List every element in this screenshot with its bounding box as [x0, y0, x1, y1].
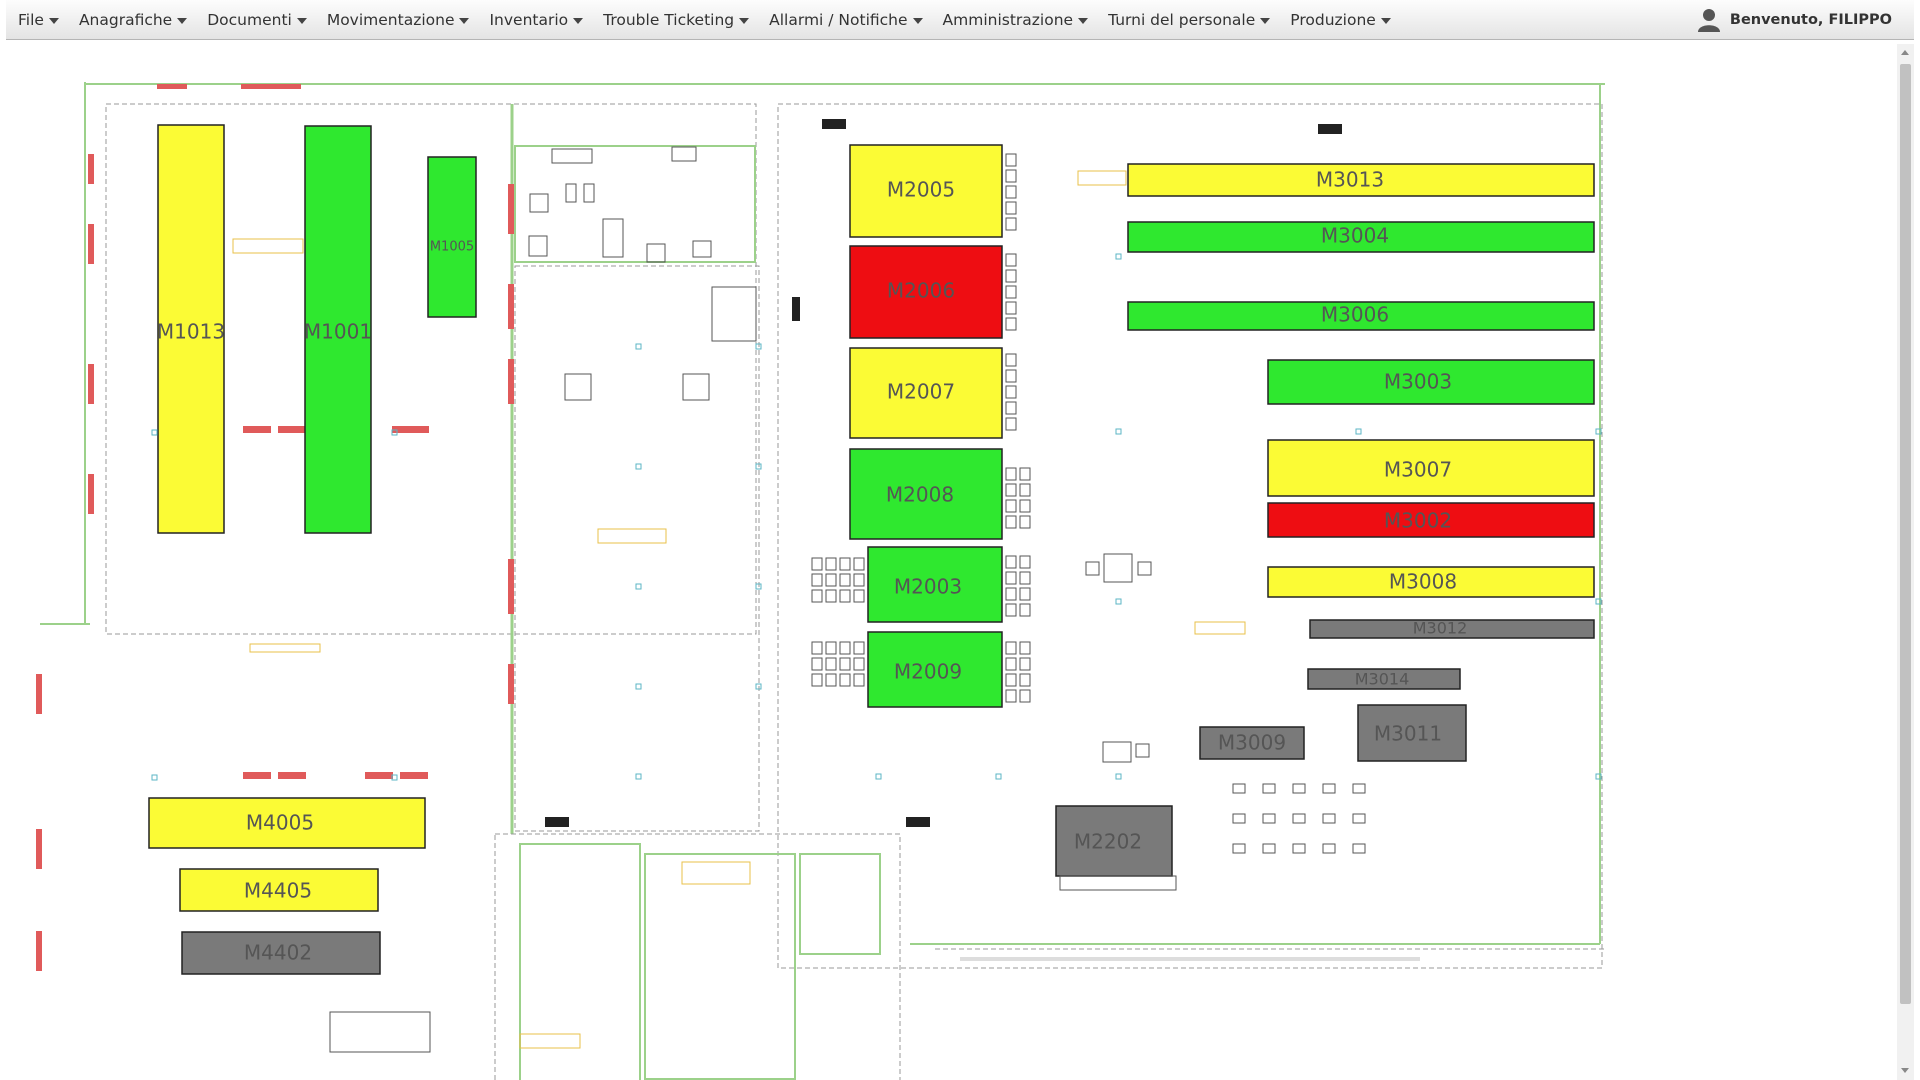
- machine-label: M2005: [887, 178, 955, 202]
- caret-down-icon: [1380, 18, 1391, 24]
- menu-label: Trouble Ticketing: [603, 11, 735, 29]
- machine-M3009[interactable]: M3009: [1199, 726, 1305, 760]
- machine-label: M2007: [887, 380, 955, 404]
- machine-M1001[interactable]: M1001: [304, 125, 372, 534]
- machine-M3012[interactable]: M3012: [1309, 619, 1595, 639]
- machine-M3014[interactable]: M3014: [1307, 668, 1461, 690]
- machine-M1013[interactable]: M1013: [157, 124, 225, 534]
- machine-label: M2008: [886, 483, 954, 507]
- user-icon: [1697, 9, 1720, 32]
- machine-label: M4405: [244, 879, 312, 903]
- scroll-up-arrow-icon[interactable]: [1897, 46, 1914, 60]
- machine-M4402[interactable]: M4402: [181, 931, 381, 975]
- machine-label: M3007: [1384, 458, 1452, 482]
- machine-label: M2006: [887, 279, 955, 303]
- machine-M2003[interactable]: M2003: [867, 546, 1003, 623]
- machine-M4405[interactable]: M4405: [179, 868, 379, 912]
- menu-label: Inventario: [489, 11, 569, 29]
- top-menu-bar: File Anagrafiche Documenti Movimentazion…: [6, 0, 1914, 40]
- machine-M2009[interactable]: M2009: [867, 631, 1003, 708]
- caret-down-icon: [1260, 18, 1271, 24]
- machine-label: M2003: [894, 575, 962, 599]
- machine-label: M3011: [1374, 722, 1442, 746]
- user-greeting[interactable]: Benvenuto, FILIPPO: [1697, 0, 1892, 40]
- caret-down-icon: [912, 18, 923, 24]
- machine-label: M4005: [246, 811, 314, 835]
- caret-down-icon: [459, 18, 470, 24]
- menu-amministrazione[interactable]: Amministrazione: [933, 0, 1099, 40]
- caret-down-icon: [296, 18, 307, 24]
- machine-label: M2202: [1074, 830, 1142, 854]
- menu-documenti[interactable]: Documenti: [197, 0, 317, 40]
- machine-label: M3012: [1413, 619, 1468, 638]
- caret-down-icon: [739, 18, 750, 24]
- user-greeting-text: Benvenuto, FILIPPO: [1729, 12, 1892, 28]
- menu-allarmi-notifiche[interactable]: Allarmi / Notifiche: [759, 0, 932, 40]
- machine-M3002[interactable]: M3002: [1267, 502, 1595, 538]
- menu-movimentazione[interactable]: Movimentazione: [317, 0, 480, 40]
- machine-M3004[interactable]: M3004: [1127, 221, 1595, 253]
- machine-label: M3003: [1384, 370, 1452, 394]
- scroll-thumb[interactable]: [1900, 64, 1911, 1004]
- caret-down-icon: [177, 18, 188, 24]
- menu-label: File: [18, 11, 44, 29]
- machine-label: M4402: [244, 941, 312, 965]
- machine-M3013[interactable]: M3013: [1127, 163, 1595, 197]
- machine-M3008[interactable]: M3008: [1267, 566, 1595, 598]
- machine-label: M3009: [1218, 731, 1286, 755]
- machine-label: M3014: [1355, 670, 1410, 689]
- machine-M4005[interactable]: M4005: [148, 797, 426, 849]
- machine-label: M3006: [1321, 303, 1389, 327]
- machine-M3011[interactable]: M3011: [1357, 704, 1467, 762]
- vertical-scrollbar[interactable]: [1897, 44, 1914, 1080]
- machines-layer: M1013 M1001 M1005 M2005 M2006 M2007 M200…: [148, 124, 1595, 975]
- machine-label: M3004: [1321, 224, 1389, 248]
- menu-anagrafiche[interactable]: Anagrafiche: [69, 0, 197, 40]
- machine-label: M2009: [894, 660, 962, 684]
- menu-turni-personale[interactable]: Turni del personale: [1098, 0, 1280, 40]
- menu-label: Documenti: [207, 11, 292, 29]
- machine-label: M3013: [1316, 168, 1384, 192]
- machine-M1005[interactable]: M1005: [427, 156, 477, 318]
- menu-label: Amministrazione: [942, 11, 1074, 29]
- machine-label: M1001: [304, 320, 372, 344]
- machine-M3006[interactable]: M3006: [1127, 301, 1595, 331]
- menu-inventario[interactable]: Inventario: [479, 0, 593, 40]
- machine-label: M1013: [157, 320, 225, 344]
- machine-M2008[interactable]: M2008: [849, 448, 1003, 540]
- machine-M2202[interactable]: M2202: [1055, 805, 1173, 877]
- menu-trouble-ticketing[interactable]: Trouble Ticketing: [593, 0, 759, 40]
- caret-down-icon: [48, 18, 59, 24]
- caret-down-icon: [1078, 18, 1089, 24]
- machine-label: M1005: [430, 240, 474, 255]
- caret-down-icon: [573, 18, 584, 24]
- machine-M2006[interactable]: M2006: [849, 245, 1003, 339]
- pallet-racks: [329, 146, 1366, 1053]
- machine-M2007[interactable]: M2007: [849, 347, 1003, 439]
- menu-label: Anagrafiche: [78, 11, 173, 29]
- machine-label: M3008: [1389, 570, 1457, 594]
- menu-label: Turni del personale: [1108, 11, 1256, 29]
- menu-file[interactable]: File: [6, 0, 69, 40]
- menu-produzione[interactable]: Produzione: [1280, 0, 1401, 40]
- floor-plan-notes: [232, 170, 1246, 1049]
- machine-M2005[interactable]: M2005: [849, 144, 1003, 238]
- floor-plan: M1013 M1001 M1005 M2005 M2006 M2007 M200…: [36, 82, 1605, 1080]
- machine-M3003[interactable]: M3003: [1267, 359, 1595, 405]
- menu-label: Movimentazione: [326, 11, 455, 29]
- machine-label: M3002: [1384, 509, 1452, 533]
- scroll-down-arrow-icon[interactable]: [1897, 1064, 1914, 1078]
- main-menu: File Anagrafiche Documenti Movimentazion…: [6, 0, 1401, 40]
- menu-label: Produzione: [1290, 11, 1376, 29]
- machine-M3007[interactable]: M3007: [1267, 439, 1595, 497]
- menu-label: Allarmi / Notifiche: [769, 11, 908, 29]
